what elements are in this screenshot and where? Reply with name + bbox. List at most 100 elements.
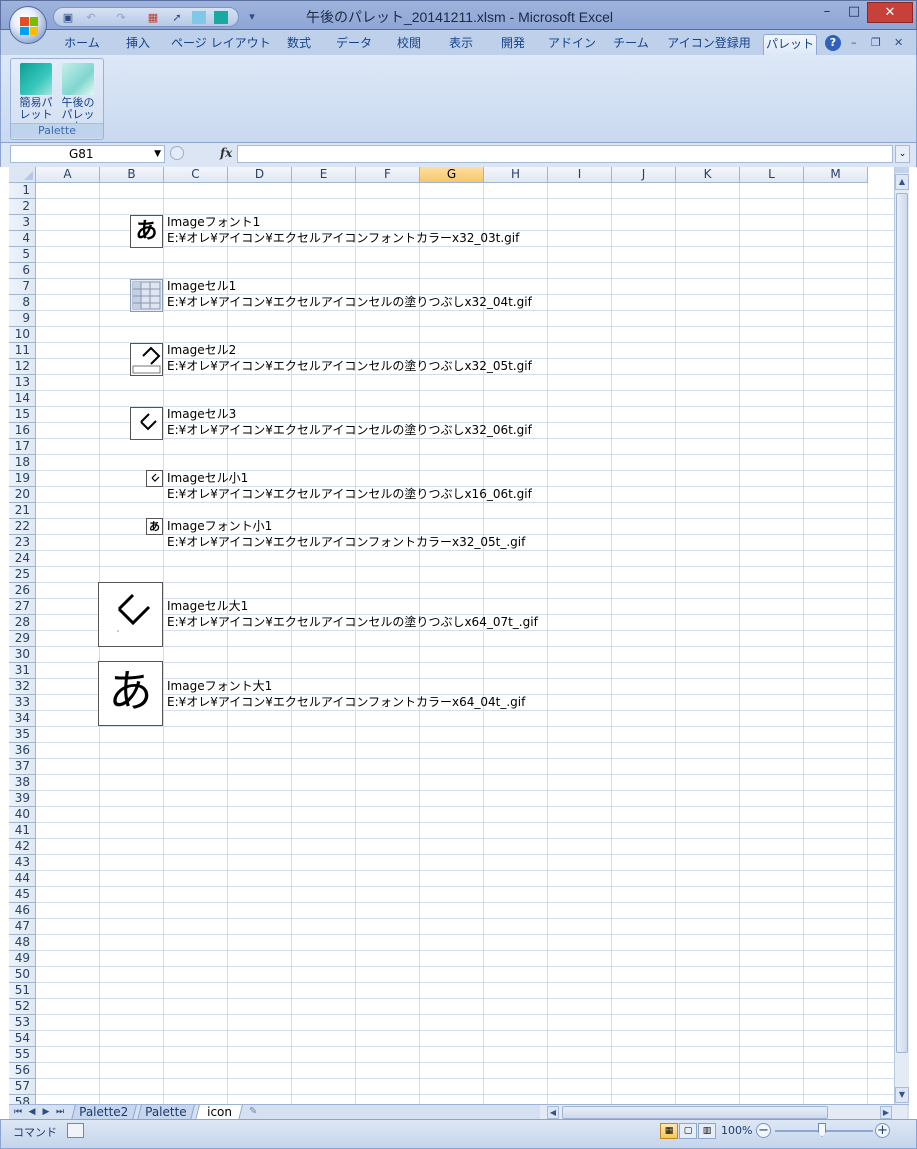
column-header-c[interactable]: C <box>164 167 228 183</box>
insert-sheet-icon[interactable]: ✎ <box>249 1106 269 1118</box>
row-header-4[interactable]: 4 <box>9 231 36 247</box>
row-header-50[interactable]: 50 <box>9 967 36 983</box>
row-header-34[interactable]: 34 <box>9 711 36 727</box>
vertical-scroll-thumb[interactable] <box>896 193 908 1053</box>
row-header-47[interactable]: 47 <box>9 919 36 935</box>
column-header-d[interactable]: D <box>228 167 292 183</box>
sheet-tab-palette2[interactable]: Palette2 <box>71 1105 137 1120</box>
row-header-32[interactable]: 32 <box>9 679 36 695</box>
column-header-m[interactable]: M <box>804 167 868 183</box>
row-header-10[interactable]: 10 <box>9 327 36 343</box>
font-a-small-icon[interactable]: あ <box>146 518 163 535</box>
column-header-e[interactable]: E <box>292 167 356 183</box>
horizontal-scrollbar[interactable]: ◀ ▶ <box>540 1105 907 1120</box>
close-button[interactable]: ✕ <box>867 2 913 23</box>
row-header-29[interactable]: 29 <box>9 631 36 647</box>
fill-bucket-small-icon[interactable] <box>146 470 163 487</box>
row-header-26[interactable]: 26 <box>9 583 36 599</box>
row-header-53[interactable]: 53 <box>9 1015 36 1031</box>
sheet-tab-palette[interactable]: Palette <box>137 1105 195 1120</box>
formula-resize-icon[interactable] <box>170 146 184 160</box>
minimize-button[interactable]: – <box>813 2 841 23</box>
row-header-15[interactable]: 15 <box>9 407 36 423</box>
row-header-3[interactable]: 3 <box>9 215 36 231</box>
scroll-down-icon[interactable]: ▼ <box>895 1087 909 1103</box>
fill-bucket-large-icon[interactable] <box>98 582 163 647</box>
zoom-in-button[interactable]: + <box>875 1123 890 1138</box>
tab-insert[interactable]: 挿入 <box>117 34 159 55</box>
row-header-31[interactable]: 31 <box>9 663 36 679</box>
column-header-k[interactable]: K <box>676 167 740 183</box>
fill-bucket-icon[interactable] <box>130 343 163 376</box>
last-sheet-icon[interactable]: ⏭ <box>54 1106 66 1118</box>
row-header-51[interactable]: 51 <box>9 983 36 999</box>
simple-palette-button[interactable]: 簡易パ レット <box>16 61 56 123</box>
maximize-button[interactable]: □ <box>841 2 867 23</box>
scroll-right-icon[interactable]: ▶ <box>880 1106 892 1119</box>
font-a-icon[interactable]: あ <box>130 215 163 248</box>
row-header-56[interactable]: 56 <box>9 1063 36 1079</box>
row-header-27[interactable]: 27 <box>9 599 36 615</box>
row-header-19[interactable]: 19 <box>9 471 36 487</box>
ribbon-minimize-icon[interactable]: – <box>851 36 857 49</box>
column-header-f[interactable]: F <box>356 167 420 183</box>
column-header-j[interactable]: J <box>612 167 676 183</box>
formula-input[interactable] <box>237 145 893 163</box>
fill-bucket-icon[interactable] <box>130 407 163 440</box>
ribbon-close-icon[interactable]: ✕ <box>894 36 903 49</box>
help-icon[interactable]: ? <box>825 35 841 51</box>
row-header-25[interactable]: 25 <box>9 567 36 583</box>
macro-record-icon[interactable] <box>67 1123 84 1138</box>
row-header-20[interactable]: 20 <box>9 487 36 503</box>
tab-review[interactable]: 校閲 <box>389 34 429 55</box>
row-header-38[interactable]: 38 <box>9 775 36 791</box>
column-header-b[interactable]: B <box>100 167 164 183</box>
name-box[interactable]: G81 ▼ <box>10 145 165 163</box>
row-header-5[interactable]: 5 <box>9 247 36 263</box>
vertical-scrollbar[interactable]: ▲ ▼ <box>894 167 909 1104</box>
scroll-left-icon[interactable]: ◀ <box>547 1106 559 1119</box>
horizontal-scroll-thumb[interactable] <box>562 1106 828 1119</box>
insert-function-icon[interactable]: fx <box>220 146 232 160</box>
row-header-24[interactable]: 24 <box>9 551 36 567</box>
tab-page-layout[interactable]: ページ レイアウト <box>171 34 271 55</box>
first-sheet-icon[interactable]: ⏮ <box>12 1106 24 1118</box>
row-header-49[interactable]: 49 <box>9 951 36 967</box>
row-header-2[interactable]: 2 <box>9 199 36 215</box>
sheet-tab-icon[interactable]: icon <box>195 1105 243 1120</box>
row-header-40[interactable]: 40 <box>9 807 36 823</box>
row-header-52[interactable]: 52 <box>9 999 36 1015</box>
row-header-21[interactable]: 21 <box>9 503 36 519</box>
column-header-g[interactable]: G <box>420 167 484 183</box>
row-header-42[interactable]: 42 <box>9 839 36 855</box>
row-header-58[interactable]: 58 <box>9 1095 36 1104</box>
row-header-18[interactable]: 18 <box>9 455 36 471</box>
row-header-9[interactable]: 9 <box>9 311 36 327</box>
tab-palette[interactable]: パレット <box>763 34 817 55</box>
page-layout-view-icon[interactable]: ▢ <box>679 1123 697 1139</box>
row-header-33[interactable]: 33 <box>9 695 36 711</box>
row-header-54[interactable]: 54 <box>9 1031 36 1047</box>
zoom-level[interactable]: 100% <box>721 1124 752 1137</box>
next-sheet-icon[interactable]: ▶ <box>40 1106 52 1118</box>
chevron-down-icon[interactable]: ▼ <box>154 146 161 162</box>
row-header-22[interactable]: 22 <box>9 519 36 535</box>
row-header-35[interactable]: 35 <box>9 727 36 743</box>
row-header-16[interactable]: 16 <box>9 423 36 439</box>
zoom-slider-thumb[interactable] <box>818 1123 826 1137</box>
row-header-36[interactable]: 36 <box>9 743 36 759</box>
afternoon-palette-button[interactable]: 午後の パレット <box>58 61 98 133</box>
office-button[interactable] <box>9 6 47 44</box>
split-handle[interactable] <box>895 167 909 173</box>
row-header-7[interactable]: 7 <box>9 279 36 295</box>
normal-view-icon[interactable]: ▦ <box>660 1123 678 1139</box>
row-header-48[interactable]: 48 <box>9 935 36 951</box>
row-header-14[interactable]: 14 <box>9 391 36 407</box>
row-header-23[interactable]: 23 <box>9 535 36 551</box>
row-header-37[interactable]: 37 <box>9 759 36 775</box>
tab-addins[interactable]: アドイン <box>545 34 599 55</box>
tab-home[interactable]: ホーム <box>59 34 105 55</box>
column-header-a[interactable]: A <box>36 167 100 183</box>
row-header-17[interactable]: 17 <box>9 439 36 455</box>
row-header-28[interactable]: 28 <box>9 615 36 631</box>
